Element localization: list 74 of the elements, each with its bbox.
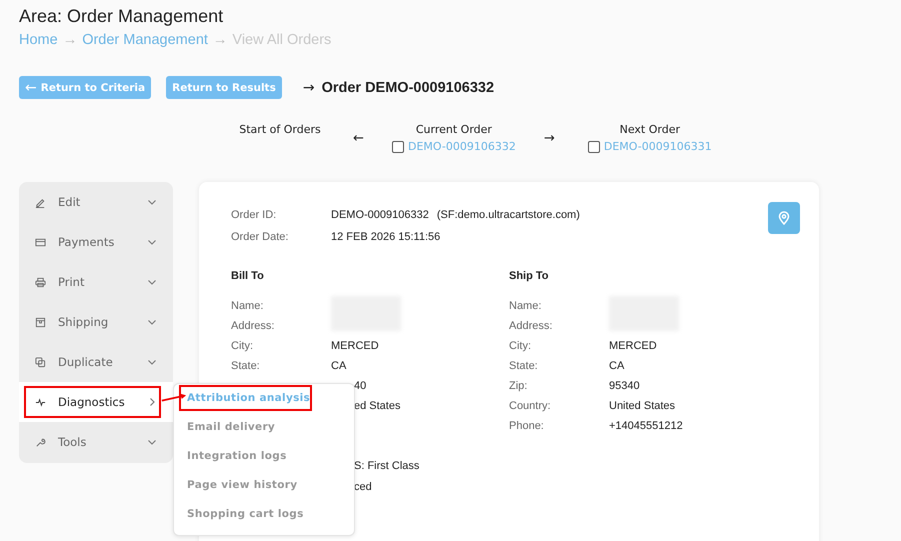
breadcrumb-separator: → [62, 32, 78, 48]
field-label: Zip: [509, 380, 528, 392]
chevron-down-icon [147, 437, 157, 447]
menu-item[interactable]: Email delivery [174, 416, 354, 445]
field-label: Address: [231, 320, 276, 332]
field-label: City: [231, 340, 254, 352]
order-link[interactable]: DEMO-0009106331 [604, 140, 712, 153]
annotation-arrow [161, 392, 187, 404]
order-link[interactable]: DEMO-0009106332 [408, 140, 516, 153]
chevron-down-icon [147, 197, 157, 207]
previous-arrow[interactable]: ← [353, 131, 364, 146]
chevron-down-icon [147, 317, 157, 327]
section-heading: Bill To [231, 270, 265, 284]
wrench-icon [35, 436, 46, 448]
menu-item[interactable]: Shopping cart logs [174, 503, 354, 532]
copy-icon [35, 356, 46, 368]
chevron-down-icon [147, 357, 157, 367]
chevron-right-icon [147, 397, 157, 407]
field-value: 12 FEB 2026 15:11:56 [331, 231, 440, 243]
breadcrumb-link[interactable]: Home [19, 32, 58, 48]
page-title: Area: Order Management [19, 5, 224, 27]
card-icon [35, 236, 46, 248]
arrow-icon: → [302, 80, 315, 96]
field-label: Address: [509, 320, 554, 332]
field-value: CA [331, 360, 346, 372]
field-value: MERCED [331, 340, 379, 352]
section-heading: Ship To [509, 270, 550, 284]
field-label: City: [509, 340, 532, 352]
field-label: Name: [231, 300, 264, 312]
next-order-label: Next Order [620, 123, 680, 137]
menu-item[interactable]: Attribution analysis [174, 387, 354, 416]
next-arrow[interactable]: → [544, 131, 555, 146]
field-value: 95340 [609, 380, 640, 392]
field-value: MERCED [609, 340, 657, 352]
field-value: 40 [354, 380, 366, 392]
field-label: Order ID: [231, 209, 278, 221]
chevron-down-icon [147, 237, 157, 247]
field-value: +14045551212 [609, 420, 683, 432]
field-label: State: [509, 360, 539, 372]
pencil-icon [35, 196, 46, 208]
menu-item[interactable]: Page view history [174, 474, 354, 503]
sidebar-item[interactable]: Payments [19, 222, 173, 262]
breadcrumb-link[interactable]: Order Management [82, 32, 208, 48]
order-title: Order DEMO-0009106332 [322, 80, 494, 96]
sidebar-item[interactable]: Tools [19, 422, 173, 462]
sidebar-item[interactable]: Shipping [19, 302, 173, 342]
sidebar-item[interactable]: Print [19, 262, 173, 302]
field-label: Order Date: [231, 231, 290, 243]
field-label: State: [231, 360, 261, 372]
field-value: United States [609, 400, 676, 412]
chevron-down-icon [147, 277, 157, 287]
field-value: DEMO-0009106332 [331, 209, 429, 221]
box-icon [35, 316, 46, 328]
field-value: S: First Class [354, 460, 420, 472]
field-label: Phone: [509, 420, 545, 432]
breadcrumb-separator: → [212, 32, 228, 48]
return-to-criteria-button[interactable]: ← Return to Criteria [19, 76, 152, 99]
checkbox[interactable] [392, 140, 404, 152]
current-order-label: Current Order [416, 123, 492, 137]
start-of-orders-label: Start of Orders [239, 123, 321, 137]
field-value: ced [354, 480, 372, 492]
field-label: Country: [509, 400, 552, 412]
field-value: CA [609, 360, 624, 372]
return-to-results-button[interactable]: Return to Results [166, 76, 282, 99]
field-label: Name: [509, 300, 542, 312]
sidebar-item[interactable]: Diagnostics [19, 382, 173, 422]
menu-item[interactable]: Integration logs [174, 445, 354, 474]
sidebar-item[interactable]: Edit [19, 182, 173, 222]
map-pin-icon [777, 211, 791, 225]
sidebar-item[interactable]: Duplicate [19, 342, 173, 382]
checkbox[interactable] [588, 140, 600, 152]
printer-icon [35, 276, 46, 288]
pulse-icon [35, 396, 46, 408]
storefront-text: (SF:demo.ultracartstore.com) [436, 209, 580, 221]
